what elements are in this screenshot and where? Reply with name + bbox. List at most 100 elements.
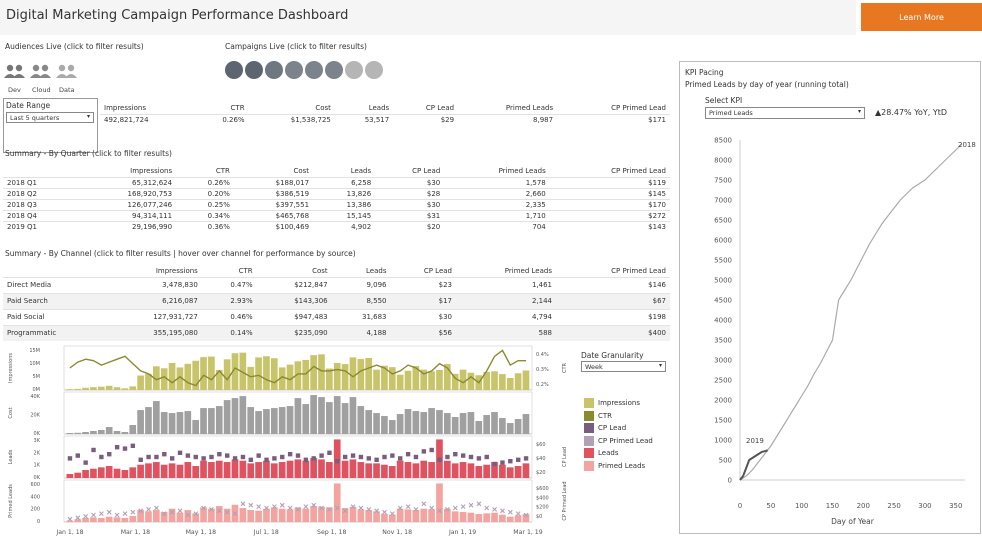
legend-item[interactable]: CP Primed Lead (584, 435, 679, 448)
kpi-x-tick: 300 (918, 502, 931, 510)
campaign-dot[interactable] (365, 61, 383, 79)
channel-row[interactable]: Paid Search 6,216,087 2.93% $143,306 8,550 $1… (3, 292, 670, 309)
x-tick-label: May 1, 18 (186, 529, 217, 536)
timeline-bar (176, 412, 184, 434)
timeline-bar (129, 516, 137, 522)
cp-lead-mark (476, 456, 482, 461)
kpi-select[interactable]: Primed Leads ▾ (705, 107, 865, 119)
timeline-bar (499, 514, 506, 522)
timeline-bar (145, 463, 152, 478)
quarter-row[interactable]: 2019 Q1 29,196,990 0.36% $100,469 4,902 $20 70… (3, 220, 670, 232)
quarter-row[interactable]: 2018 Q4 94,314,111 0.34% $465,768 15,145 $31 1… (3, 209, 670, 221)
timeline-bar (121, 432, 129, 434)
timeline-bar (255, 357, 262, 390)
timeline-bar (105, 516, 113, 522)
table-cell: 2019 Q1 (3, 220, 76, 232)
quarter-row[interactable]: 2018 Q3 126,077,246 0.25% $397,551 13,386 $30… (3, 198, 670, 210)
timeline-bar (263, 409, 270, 434)
granularity-value: Week (585, 363, 603, 371)
cp-lead-mark (248, 457, 254, 462)
table-cell: $31 (375, 209, 445, 221)
timeline-bar (388, 367, 396, 390)
table-cell: $30 (375, 198, 445, 210)
granularity-select[interactable]: Week ▾ (581, 361, 666, 372)
x-tick-label: Jan 1, 18 (55, 529, 83, 536)
kpi-y-tick: 1000 (714, 437, 732, 445)
legend-item[interactable]: CTR (584, 410, 679, 423)
people-icon-dev[interactable] (4, 64, 25, 78)
timeline-bar (467, 512, 475, 522)
timeline-bar (270, 507, 278, 522)
timeline-bar (74, 432, 82, 434)
right-tick-label: 0.4% (536, 352, 549, 358)
campaign-dot[interactable] (245, 61, 263, 79)
timeline-bar (491, 412, 498, 434)
table-cell: 0.14% (201, 324, 257, 341)
kpi-x-tick: 250 (887, 502, 900, 510)
cp-lead-mark (287, 452, 293, 457)
quarter-row[interactable]: 2018 Q2 168,920,753 0.20% $386,519 13,826 $28… (3, 187, 670, 199)
timeline-bar (420, 508, 428, 522)
cp-lead-mark (429, 447, 434, 453)
timeline-bar (326, 368, 333, 390)
legend-item[interactable]: CP Lead (584, 422, 679, 435)
right-tick-label: $60 (536, 442, 546, 448)
timeline-bar (97, 430, 105, 434)
table-cell: 15,145 (313, 209, 376, 221)
cp-lead-mark (382, 454, 387, 460)
cp-lead-mark (366, 456, 371, 461)
timeline-bar (318, 354, 325, 390)
channel-row[interactable]: Paid Social 127,931,727 0.46% $947,483 31,68… (3, 308, 670, 325)
left-tick-label: 0K (34, 431, 41, 437)
table-cell: 2,335 (444, 198, 550, 210)
campaign-dot[interactable] (225, 61, 243, 79)
totals-header-cell: Primed Leads (505, 103, 554, 112)
campaign-dot[interactable] (305, 61, 323, 79)
campaign-dot[interactable] (285, 61, 303, 79)
timeline-bar (184, 462, 192, 478)
timeline-bar (66, 389, 74, 390)
totals-header-cell: Leads (368, 103, 390, 112)
right-tick-label: $20 (536, 470, 546, 476)
cp-lead-mark (75, 453, 80, 458)
people-icon-data[interactable] (56, 64, 77, 78)
timeline-bar (176, 464, 184, 478)
legend-item[interactable]: Impressions (584, 397, 679, 410)
campaign-dot[interactable] (345, 61, 363, 79)
table-cell: 4,794 (456, 308, 556, 325)
timeline-bar (200, 460, 207, 478)
timeline-bar (349, 357, 357, 390)
x-tick-label: Jan 1, 19 (448, 529, 476, 536)
select-kpi-label: Select KPI (705, 96, 743, 105)
table-cell: $20 (375, 220, 445, 232)
campaign-dot[interactable] (265, 61, 283, 79)
timeline-bar (255, 411, 262, 434)
timeline-bar (310, 458, 317, 478)
people-icon-cloud[interactable] (30, 64, 51, 78)
learn-more-button[interactable]: Learn More (861, 3, 982, 31)
timeline-bar (278, 407, 286, 434)
table-cell: 94,314,111 (75, 209, 177, 221)
cp-lead-mark (272, 456, 277, 461)
legend-item[interactable]: Primed Leads (584, 460, 679, 473)
totals-header-cell: Cost (315, 103, 331, 112)
timeline-bar (310, 395, 317, 434)
timeline-bar (349, 506, 357, 522)
timeline-bar (113, 387, 121, 390)
channel-row[interactable]: Direct Media 3,478,830 0.47% $212,847 9,096 $… (3, 276, 670, 293)
chevron-down-icon: ▾ (857, 108, 861, 115)
channel-row[interactable]: Programmatic 355,195,080 0.14% $235,090 4,18… (3, 324, 670, 341)
kpi-subtitle: Primed Leads by day of year (running tot… (685, 80, 849, 89)
cp-lead-mark (177, 450, 183, 455)
date-range-select[interactable]: Last 5 quarters ▾ (6, 112, 94, 123)
totals-value-cell: 53,517 (334, 113, 394, 125)
legend-item[interactable]: Leads (584, 447, 679, 460)
cp-lead-mark (91, 447, 96, 453)
timeline-bar (223, 462, 231, 478)
kpi-x-axis-label: Day of Year (831, 517, 875, 526)
quarter-row[interactable]: 2018 Q1 65,312,624 0.26% $188,017 6,258 $30 1,… (3, 176, 670, 188)
table-cell: 29,196,990 (75, 220, 177, 232)
timeline-bar (428, 408, 435, 434)
timeline-bar (113, 517, 121, 522)
campaign-dot[interactable] (325, 61, 343, 79)
